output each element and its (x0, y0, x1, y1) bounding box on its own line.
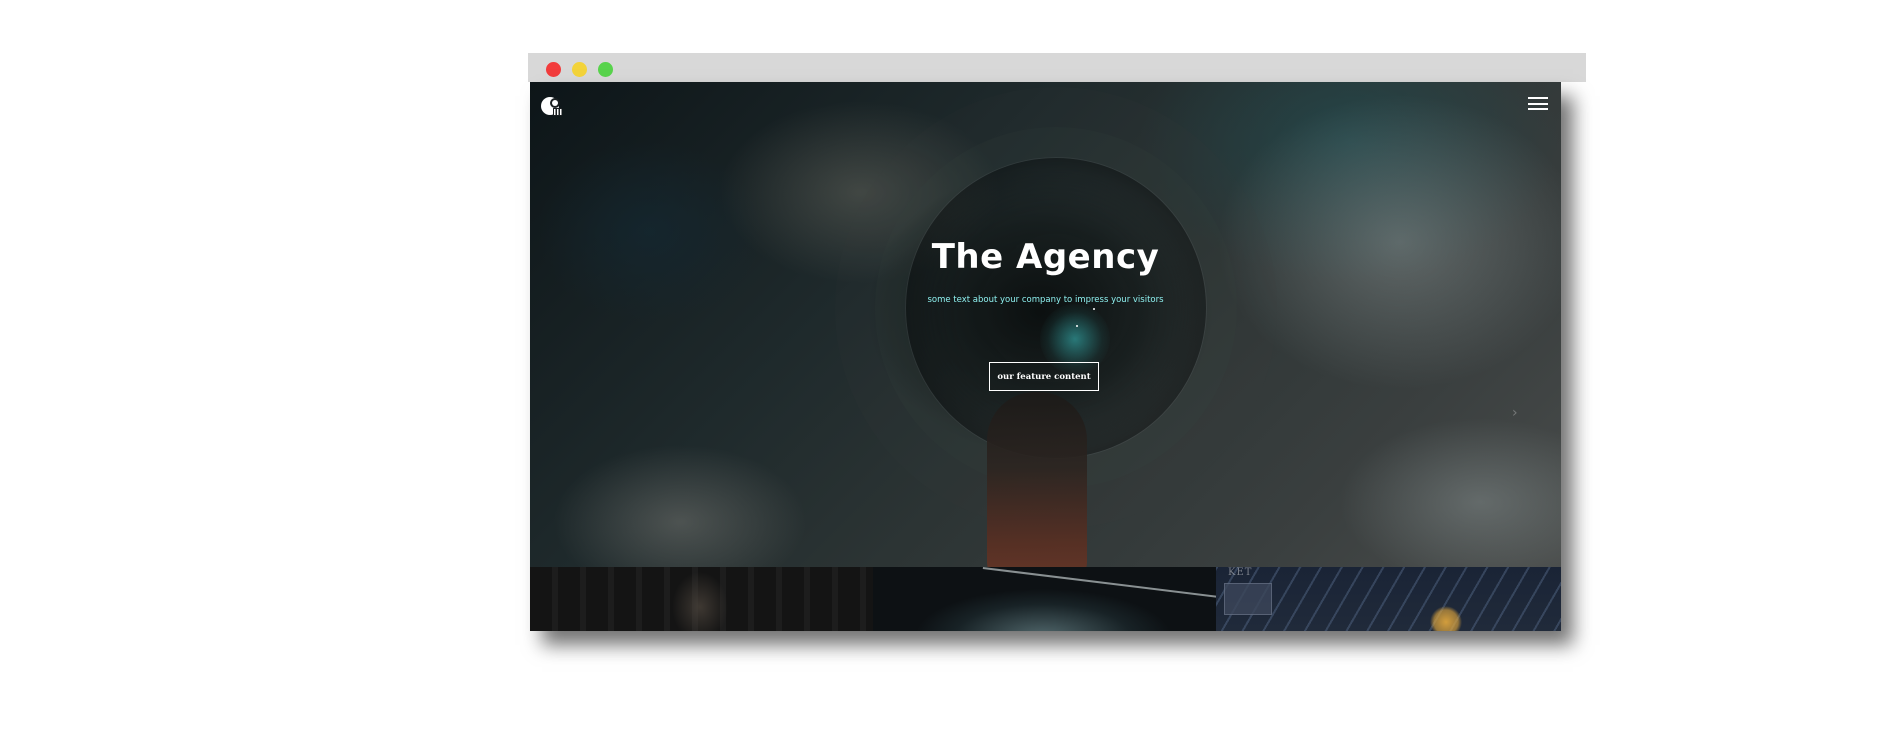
thumbnail-strip: KET (530, 567, 1561, 631)
chevron-right-icon[interactable]: › (1512, 405, 1518, 421)
thumb-smoke[interactable] (873, 567, 1216, 631)
thumb-interior[interactable] (530, 567, 873, 631)
close-window-button[interactable] (546, 62, 561, 77)
browser-window: The Agency some text about your company … (528, 53, 1586, 631)
menu-line (1528, 108, 1548, 110)
hero-section: The Agency some text about your company … (530, 82, 1561, 567)
station-sign-text: KET (1228, 567, 1253, 578)
sparkle (1093, 308, 1095, 310)
hero-subtitle: some text about your company to impress … (927, 295, 1164, 305)
camera-logo-icon[interactable] (540, 94, 564, 118)
sparkle (1076, 325, 1078, 327)
menu-line (1528, 97, 1548, 99)
menu-line (1528, 102, 1548, 105)
zoom-window-button[interactable] (598, 62, 613, 77)
light-beam (982, 567, 1216, 599)
thumb-station[interactable]: KET (1216, 567, 1561, 631)
hamburger-menu-icon[interactable] (1528, 97, 1548, 113)
hero-background-shoe (987, 392, 1087, 567)
page-viewport: The Agency some text about your company … (530, 82, 1561, 631)
hero-title: The Agency (931, 237, 1160, 277)
minimize-window-button[interactable] (572, 62, 587, 77)
station-sign (1224, 583, 1272, 615)
feature-content-button[interactable]: our feature content (989, 362, 1099, 391)
window-titlebar (528, 53, 1586, 82)
